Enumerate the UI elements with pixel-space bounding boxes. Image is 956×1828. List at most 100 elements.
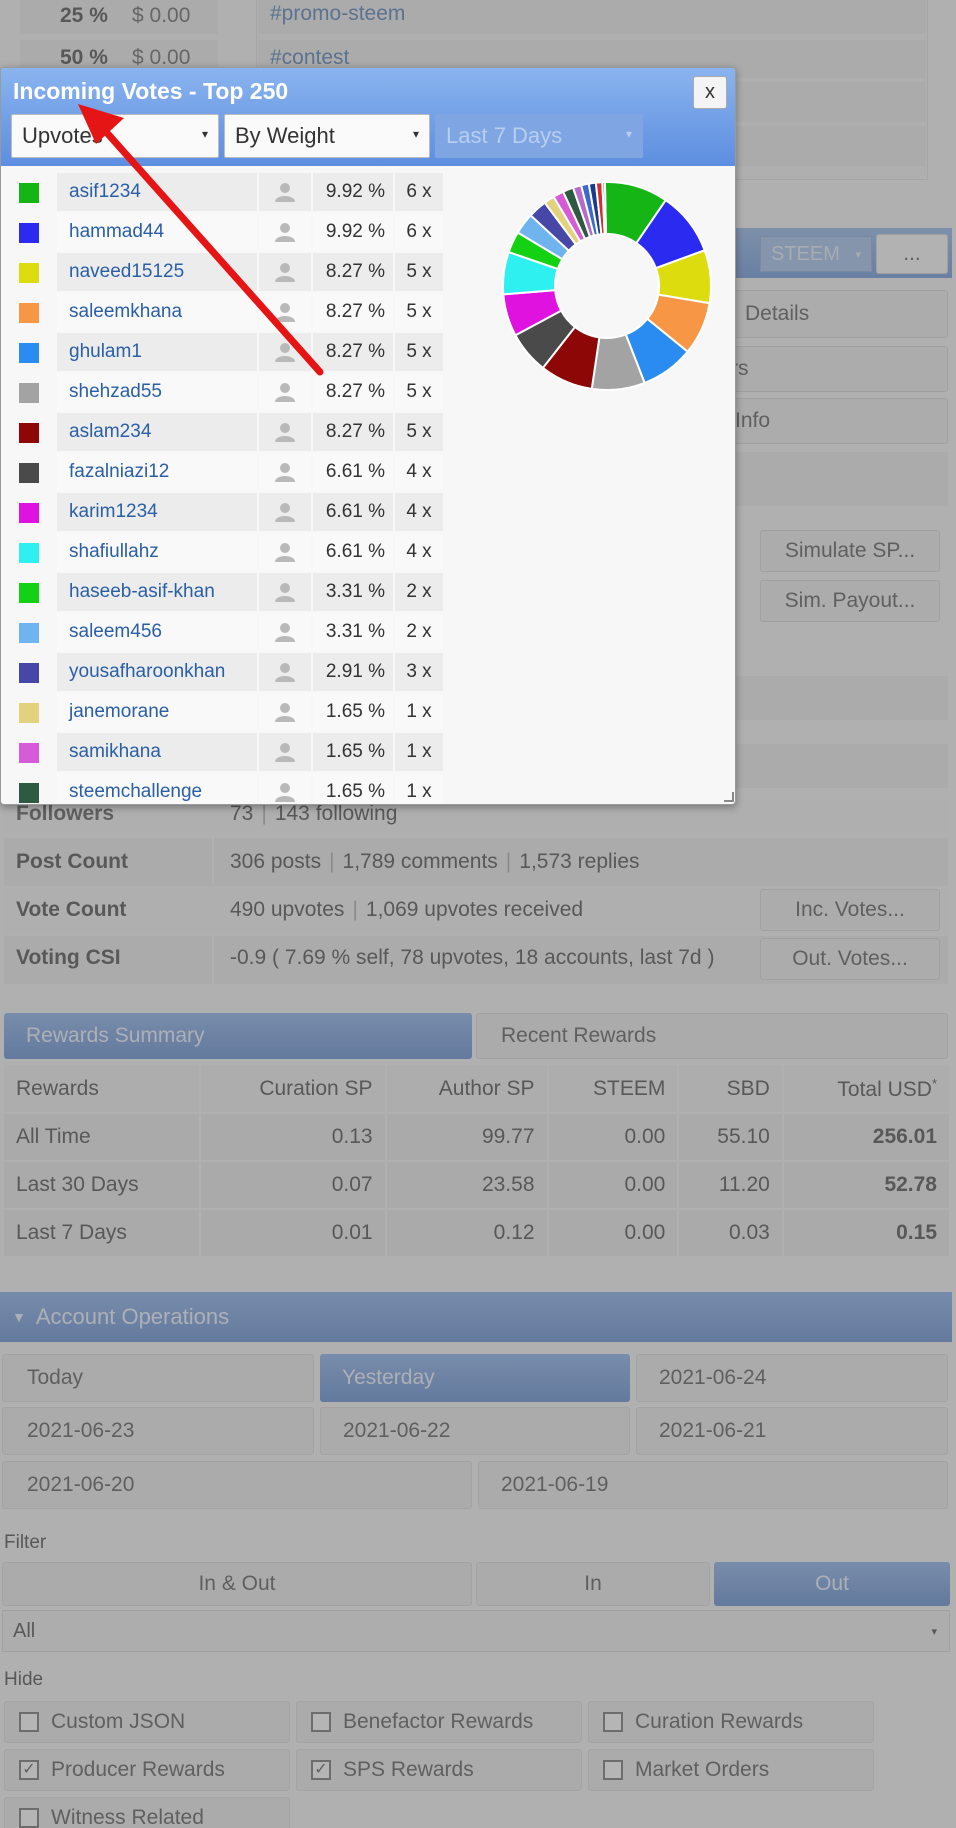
author-value: 99.77 — [385, 1113, 549, 1162]
vote-weight-percent: 1.65 % — [313, 773, 393, 804]
voter-name-link[interactable]: saleem456 — [57, 613, 257, 651]
checkbox-icon — [19, 1808, 39, 1828]
checkbox-icon — [311, 1712, 331, 1732]
replies-count: 1,573 replies — [519, 850, 640, 873]
vote-count: 2 x — [395, 573, 443, 611]
date-yesterday[interactable]: Yesterday — [320, 1354, 630, 1402]
user-icon[interactable] — [259, 613, 311, 651]
curation-value: 0.07 — [200, 1161, 387, 1210]
vote-count: 1 x — [395, 773, 443, 804]
voter-name-link[interactable]: karim1234 — [57, 493, 257, 531]
hide-custom-json[interactable]: Custom JSON — [4, 1701, 290, 1743]
simulate-sp-button[interactable]: Simulate SP... — [760, 530, 940, 572]
user-icon[interactable] — [259, 693, 311, 731]
vote-count: 1 x — [395, 693, 443, 731]
following-count: 143 following — [274, 802, 398, 825]
hide-curation-rewards[interactable]: Curation Rewards — [588, 1701, 874, 1743]
color-swatch — [19, 743, 39, 763]
triangle-down-icon: ▼ — [12, 1309, 26, 1325]
voter-name-link[interactable]: steemchallenge — [57, 773, 257, 804]
steem-value: 0.00 — [547, 1113, 680, 1162]
filter-in[interactable]: In — [476, 1562, 710, 1606]
followers-value: 73 | 143 following — [230, 802, 397, 826]
voter-name-link[interactable]: samikhana — [57, 733, 257, 771]
voter-name-link[interactable]: haseeb-asif-khan — [57, 573, 257, 611]
hide-sps-rewards[interactable]: ✓ SPS Rewards — [296, 1749, 582, 1791]
date-2021-06-19[interactable]: 2021-06-19 — [478, 1461, 948, 1509]
upvotes-received: 1,069 upvotes received — [365, 898, 584, 921]
checkbox-label: Market Orders — [635, 1758, 770, 1781]
author-value: 0.12 — [385, 1209, 549, 1258]
hide-benefactor-rewards[interactable]: Benefactor Rewards — [296, 1701, 582, 1743]
account-operations-title: Account Operations — [35, 1304, 230, 1329]
followers-label: Followers — [16, 802, 115, 825]
filter-select-value: All — [13, 1619, 36, 1642]
user-icon[interactable] — [259, 653, 311, 691]
total-value: 52.78 — [782, 1161, 952, 1210]
vote-weight-percent: 3.31 % — [313, 573, 393, 611]
arrow-head — [78, 104, 124, 144]
row-label: Last 7 Days — [4, 1209, 202, 1258]
voter-row: karim1234 6.61 % 4 x — [7, 493, 443, 531]
voter-name-link[interactable]: shafiullahz — [57, 533, 257, 571]
date-2021-06-20[interactable]: 2021-06-20 — [2, 1461, 472, 1509]
header-author-sp: Author SP — [385, 1065, 549, 1114]
account-operations-header[interactable]: ▼ Account Operations — [0, 1292, 952, 1342]
user-icon[interactable] — [259, 773, 311, 804]
header-curation-sp: Curation SP — [200, 1065, 387, 1114]
voter-name-link[interactable]: janemorane — [57, 693, 257, 731]
curation-value: 0.01 — [200, 1209, 387, 1258]
out-votes-button[interactable]: Out. Votes... — [760, 938, 940, 980]
sim-payout-button[interactable]: Sim. Payout... — [760, 580, 940, 622]
chevron-down-icon: ▾ — [931, 1625, 937, 1638]
vote-weight-percent: 3.31 % — [313, 613, 393, 651]
vote-count: 4 x — [395, 533, 443, 571]
color-swatch — [19, 543, 39, 563]
hide-witness-related[interactable]: Witness Related — [4, 1797, 290, 1828]
resize-grip-icon[interactable] — [724, 792, 734, 802]
date-2021-06-23[interactable]: 2021-06-23 — [2, 1407, 314, 1455]
date-2021-06-21[interactable]: 2021-06-21 — [636, 1407, 948, 1455]
color-swatch — [19, 663, 39, 683]
total-usd-label: Total USD — [837, 1077, 932, 1101]
voter-name-link[interactable]: fazalniazi12 — [57, 453, 257, 491]
date-today[interactable]: Today — [2, 1354, 314, 1402]
voter-row: fazalniazi12 6.61 % 4 x — [7, 453, 443, 491]
filter-out[interactable]: Out — [714, 1562, 950, 1606]
voter-name-link[interactable]: yousafharoonkhan — [57, 653, 257, 691]
upvotes-count: 490 upvotes — [230, 898, 345, 921]
posts-count: 306 posts — [230, 850, 322, 873]
panel-row-empty — [730, 452, 948, 506]
checkbox-icon — [19, 1712, 39, 1732]
checkmark-icon: ✓ — [311, 1760, 331, 1780]
tab-recent-rewards[interactable]: Recent Rewards — [476, 1013, 948, 1059]
voting-csi-label: Voting CSI — [16, 946, 121, 969]
date-2021-06-24[interactable]: 2021-06-24 — [636, 1354, 948, 1402]
color-swatch — [19, 703, 39, 723]
panel-row-b — [730, 744, 948, 788]
checkbox-label: Witness Related — [51, 1806, 204, 1828]
separator: | — [329, 850, 335, 873]
checkmark-icon: ✓ — [19, 1760, 39, 1780]
hide-market-orders[interactable]: Market Orders — [588, 1749, 874, 1791]
user-icon[interactable] — [259, 493, 311, 531]
user-icon[interactable] — [259, 533, 311, 571]
sbd-value: 11.20 — [678, 1161, 784, 1210]
filter-in-out[interactable]: In & Out — [2, 1562, 472, 1606]
separator: | — [261, 802, 267, 825]
user-icon[interactable] — [259, 453, 311, 491]
inc-votes-button[interactable]: Inc. Votes... — [760, 889, 940, 931]
date-2021-06-22[interactable]: 2021-06-22 — [320, 1407, 630, 1455]
row-label: All Time — [4, 1113, 202, 1162]
voter-row: saleem456 3.31 % 2 x — [7, 613, 443, 651]
user-icon[interactable] — [259, 573, 311, 611]
tab-rewards-summary[interactable]: Rewards Summary — [4, 1013, 472, 1059]
table-row: Last 7 Days 0.01 0.12 0.00 0.03 0.15 — [4, 1209, 952, 1258]
filter-select[interactable]: All ▾ — [2, 1610, 950, 1652]
hide-producer-rewards[interactable]: ✓ Producer Rewards — [4, 1749, 290, 1791]
sbd-value: 0.03 — [678, 1209, 784, 1258]
header-sbd: SBD — [678, 1065, 784, 1114]
vote-weight-percent: 1.65 % — [313, 733, 393, 771]
user-icon[interactable] — [259, 733, 311, 771]
rewards-table: Rewards Curation SP Author SP STEEM SBD … — [4, 1065, 952, 1258]
